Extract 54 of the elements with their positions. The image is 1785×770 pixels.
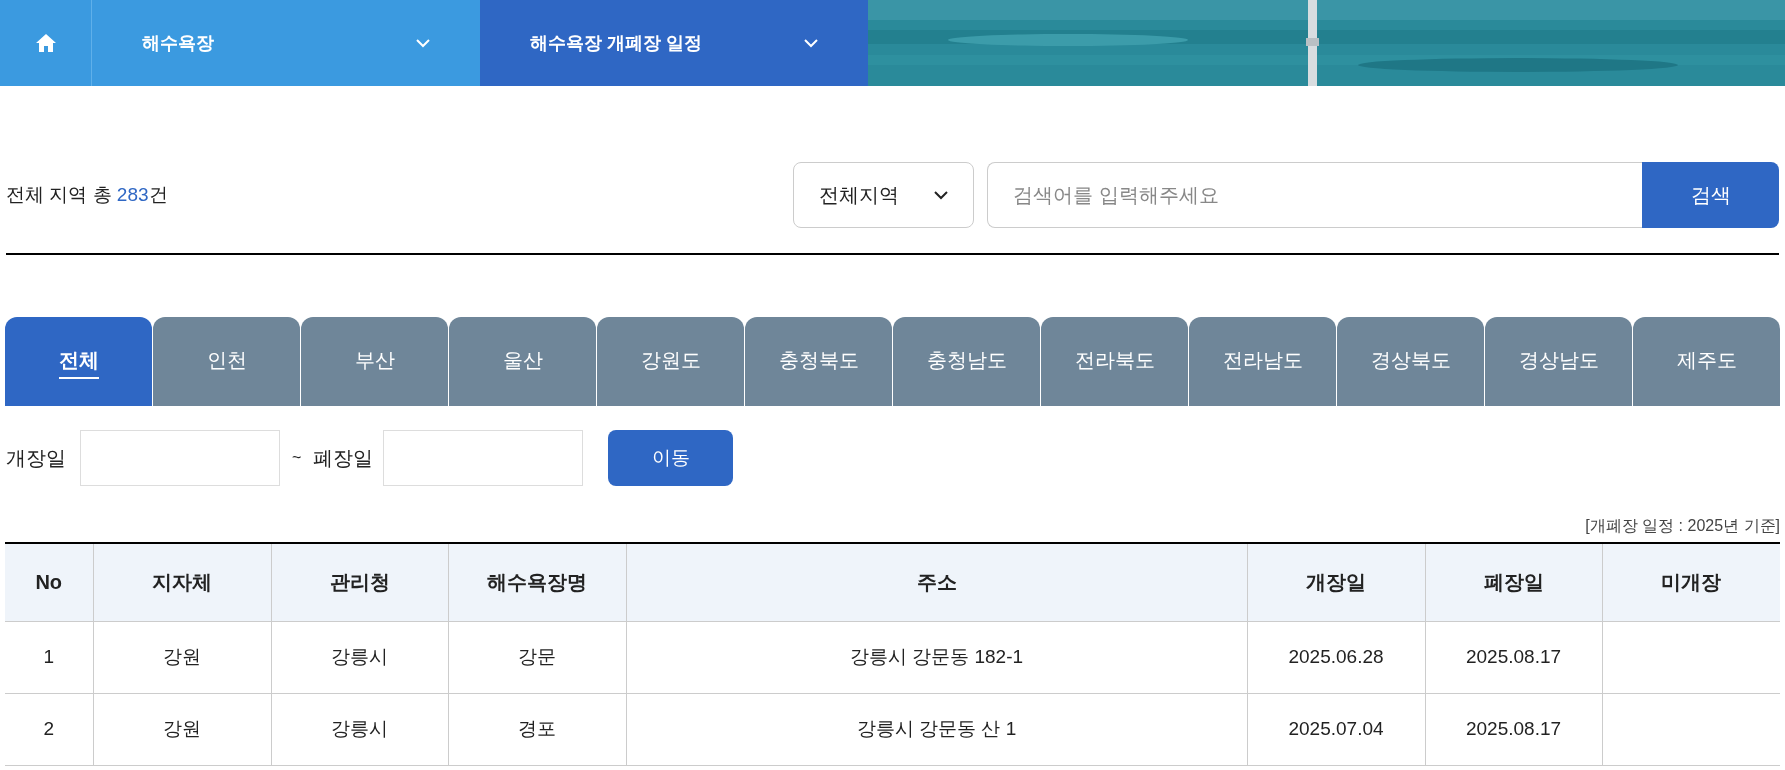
table-cell: 1 (5, 621, 93, 693)
table-cell: 2 (5, 693, 93, 765)
chevron-down-icon (804, 38, 818, 48)
nav-dropdown[interactable]: 해수욕장 (92, 0, 480, 86)
table-cell: 2025.07.04 (1247, 693, 1425, 765)
region-tab[interactable]: 부산 (301, 317, 448, 406)
column-header: 폐장일 (1425, 543, 1602, 621)
home-icon (34, 33, 57, 53)
table-cell: 2025.08.17 (1425, 693, 1602, 765)
move-button[interactable]: 이동 (608, 430, 734, 486)
table-cell: 2025.08.17 (1425, 621, 1602, 693)
region-tab[interactable]: 인천 (153, 317, 300, 406)
column-header: 해수욕장명 (448, 543, 626, 621)
table-cell: 경포 (448, 693, 626, 765)
table-cell: 강릉시 (271, 621, 448, 693)
search-field[interactable]: 검색어를 입력해주세요 (987, 162, 1642, 228)
table-cell: 강릉시 강문동 182-1 (626, 621, 1247, 693)
region-tab[interactable]: 제주도 (1633, 317, 1780, 406)
region-tab[interactable]: 경상북도 (1337, 317, 1484, 406)
column-header: No (5, 543, 93, 621)
table-cell: 강릉시 (271, 693, 448, 765)
close-date-field[interactable] (383, 430, 584, 486)
range-separator: ~ (292, 448, 302, 468)
region-tab[interactable]: 강원도 (597, 317, 744, 406)
search-button[interactable]: 검색 (1642, 162, 1779, 228)
region-tab[interactable]: 경상남도 (1485, 317, 1632, 406)
region-select[interactable]: 전체지역 (793, 162, 974, 228)
table-cell: 강문 (448, 621, 626, 693)
open-date-field[interactable] (80, 430, 280, 486)
column-header: 주소 (626, 543, 1247, 621)
table-cell: 강원 (93, 693, 271, 765)
region-tab[interactable]: 전라남도 (1189, 317, 1336, 406)
region-tab[interactable]: 전체 (5, 317, 152, 406)
count-unit: 건 (148, 182, 168, 207)
region-tab[interactable]: 울산 (449, 317, 596, 406)
open-date-label: 개장일 (6, 446, 66, 471)
nav-dropdown[interactable]: 해수욕장 개폐장 일정 (480, 0, 868, 86)
column-header: 개장일 (1247, 543, 1425, 621)
column-header: 지자체 (93, 543, 271, 621)
region-tab[interactable]: 충청남도 (893, 317, 1040, 406)
table-cell: 강릉시 강문동 산 1 (626, 693, 1247, 765)
table-cell: 강원 (93, 621, 271, 693)
table-cell: 2025.06.28 (1247, 621, 1425, 693)
column-header: 미개장 (1602, 543, 1780, 621)
chevron-down-icon (416, 38, 430, 48)
home-button[interactable] (0, 0, 92, 86)
chevron-down-icon (934, 190, 948, 200)
region-tab[interactable]: 전라북도 (1041, 317, 1188, 406)
schedule-note: [개폐장 일정 : 2025년 기준] (1585, 516, 1780, 536)
total-label: 전체 지역 총 (6, 182, 113, 207)
region-tab[interactable]: 충청북도 (745, 317, 892, 406)
total-count: 283 (116, 182, 149, 207)
close-date-label: 폐장일 (313, 446, 374, 471)
column-header: 관리청 (271, 543, 448, 621)
